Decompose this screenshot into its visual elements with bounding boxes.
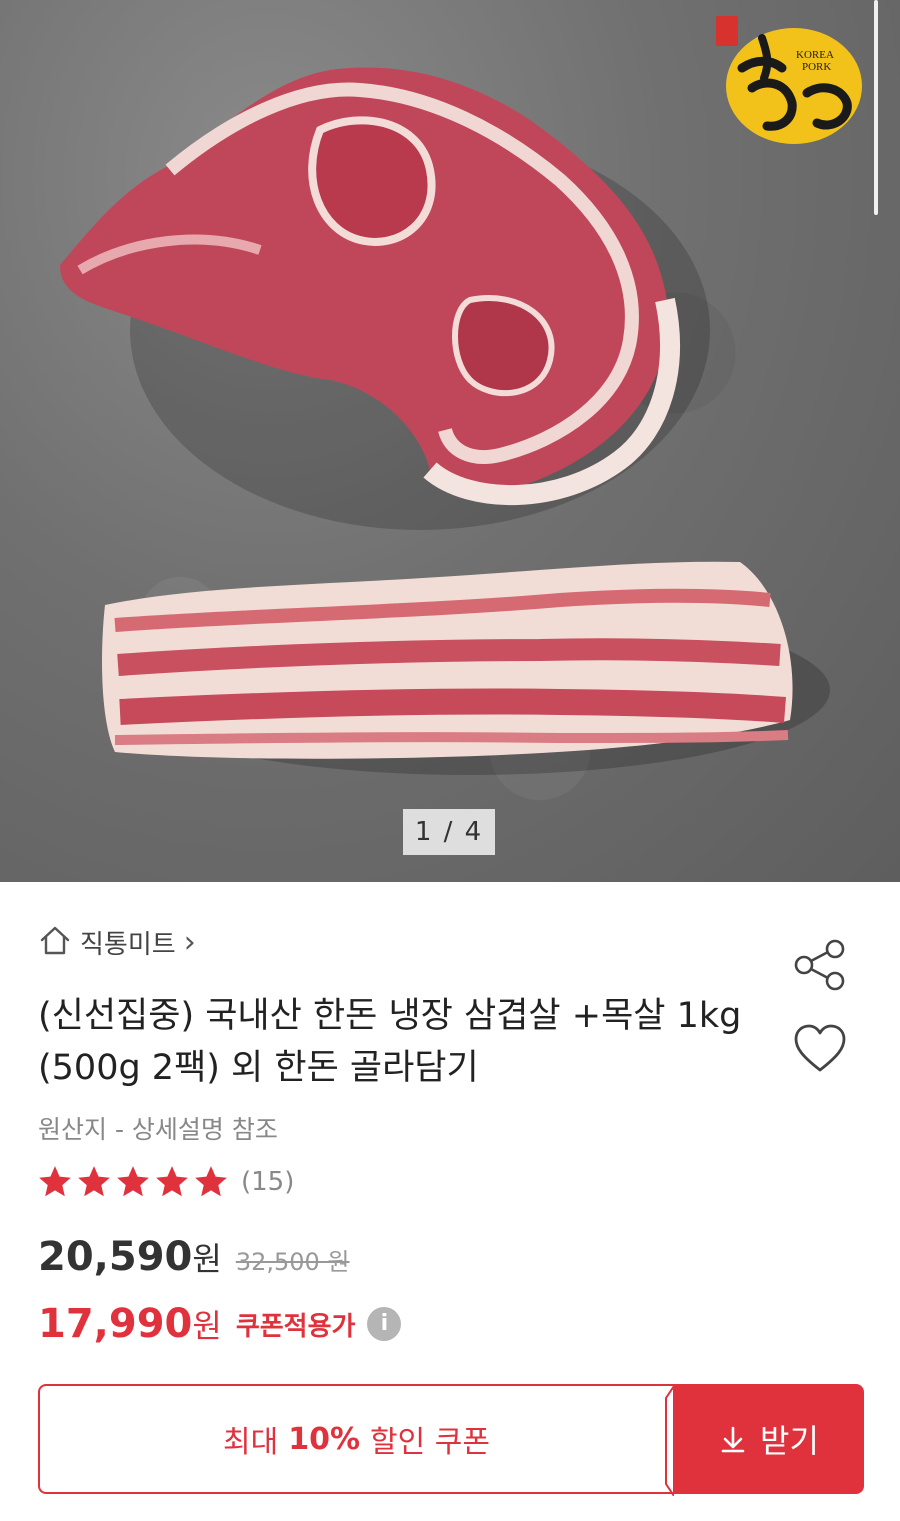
product-title: (신선집중) 국내산 한돈 냉장 삼겹살 +목살 1kg (500g 2팩) 외… [38, 996, 742, 1088]
coupon-price: 17,990원 [38, 1301, 222, 1347]
sale-price: 20,590원 [38, 1234, 222, 1280]
star-icon [156, 1166, 188, 1197]
image-scroll-indicator [874, 0, 878, 215]
original-price: 32,500 원 [235, 1248, 350, 1276]
product-image-gallery[interactable]: KOREA PORK 1 / 4 [0, 0, 900, 882]
home-icon [38, 923, 72, 961]
store-name: 직통미트 [80, 929, 176, 960]
coupon-price-label: 쿠폰적용가 [235, 1311, 356, 1342]
logo-pork-text: PORK [802, 61, 831, 73]
share-button[interactable] [790, 937, 850, 993]
coupon-banner[interactable]: 최대 10% 할인 쿠폰 받기 [38, 1384, 864, 1496]
origin-info: 원산지 - 상세설명 참조 [38, 1115, 278, 1144]
coupon-prefix: 최대 [223, 1425, 279, 1460]
logo-korea-text: KOREA [796, 49, 834, 61]
gallery-page-counter: 1 / 4 [403, 809, 495, 855]
wishlist-button[interactable] [790, 1022, 850, 1078]
star-icon [39, 1166, 71, 1197]
download-icon [721, 1426, 745, 1453]
heart-icon [794, 1024, 846, 1072]
price-row: 20,590원 32,500 원 [38, 1234, 350, 1290]
share-icon [794, 939, 845, 991]
coupon-suffix: 할인 쿠폰 [370, 1425, 490, 1460]
get-coupon-button[interactable]: 받기 [673, 1384, 864, 1494]
coupon-discount-rate: 10% [288, 1421, 361, 1457]
coupon-description[interactable]: 최대 10% 할인 쿠폰 [38, 1384, 674, 1496]
product-rating[interactable]: (15) [36, 1162, 294, 1202]
coupon-price-row: 17,990원 쿠폰적용가 i [38, 1296, 402, 1352]
star-icon [78, 1166, 110, 1197]
brand-logo: KOREA PORK [712, 8, 872, 148]
review-count: (15) [241, 1167, 295, 1197]
star-icon [117, 1166, 149, 1197]
store-link[interactable]: 직통미트 › [38, 922, 196, 962]
chevron-right-icon: › [183, 924, 196, 960]
info-icon[interactable]: i [367, 1307, 402, 1341]
coupon-notch [665, 1386, 674, 1496]
star-icon [195, 1166, 227, 1197]
get-coupon-label: 받기 [760, 1422, 819, 1460]
